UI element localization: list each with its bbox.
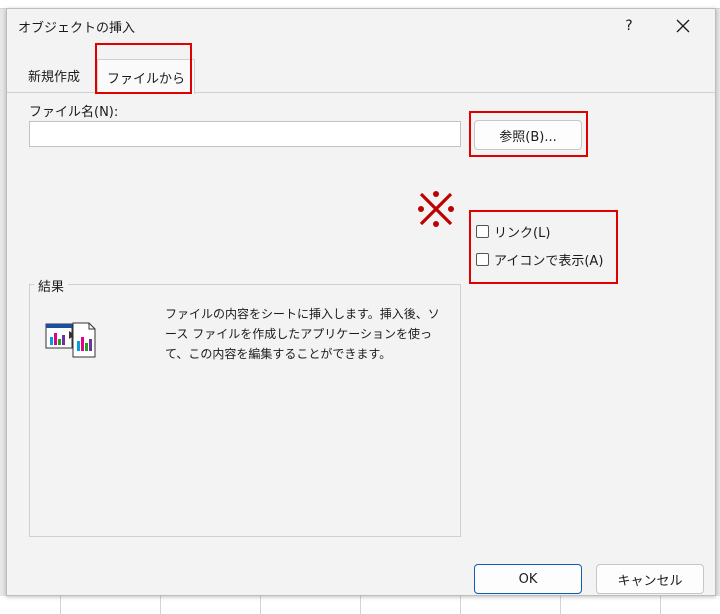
file-name-label: ファイル名(N): <box>29 105 119 120</box>
help-button[interactable]: ? <box>613 12 645 40</box>
cancel-button[interactable]: キャンセル <box>596 564 704 594</box>
result-description: ファイルの内容をシートに挿入します。挿入後、ソース ファイルを作成したアプリケー… <box>165 307 440 361</box>
tab-create-new[interactable]: 新規作成 <box>16 59 92 92</box>
background-grid-line <box>660 596 661 614</box>
highlight-box-browse <box>469 111 588 157</box>
close-icon <box>676 19 690 33</box>
insert-object-dialog: オブジェクトの挿入 ? 新規作成 ファイルから ファイル名(N): 参照(B).… <box>6 8 716 596</box>
close-button[interactable] <box>667 12 699 40</box>
embedded-file-icon <box>45 321 97 365</box>
result-legend: 結果 <box>34 276 69 295</box>
background-grid-line <box>160 596 161 614</box>
dialog-title: オブジェクトの挿入 <box>18 21 136 36</box>
highlight-box-options <box>469 210 618 284</box>
annotation-mark <box>417 190 455 228</box>
ok-button[interactable]: OK <box>474 564 582 594</box>
background-grid-line <box>260 596 261 614</box>
file-name-input[interactable] <box>29 121 461 147</box>
background-grid-line <box>360 596 361 614</box>
background-grid-line <box>60 596 61 614</box>
background-grid-line <box>460 596 461 614</box>
background-grid-line <box>560 596 561 614</box>
highlight-box-tab <box>95 43 192 94</box>
